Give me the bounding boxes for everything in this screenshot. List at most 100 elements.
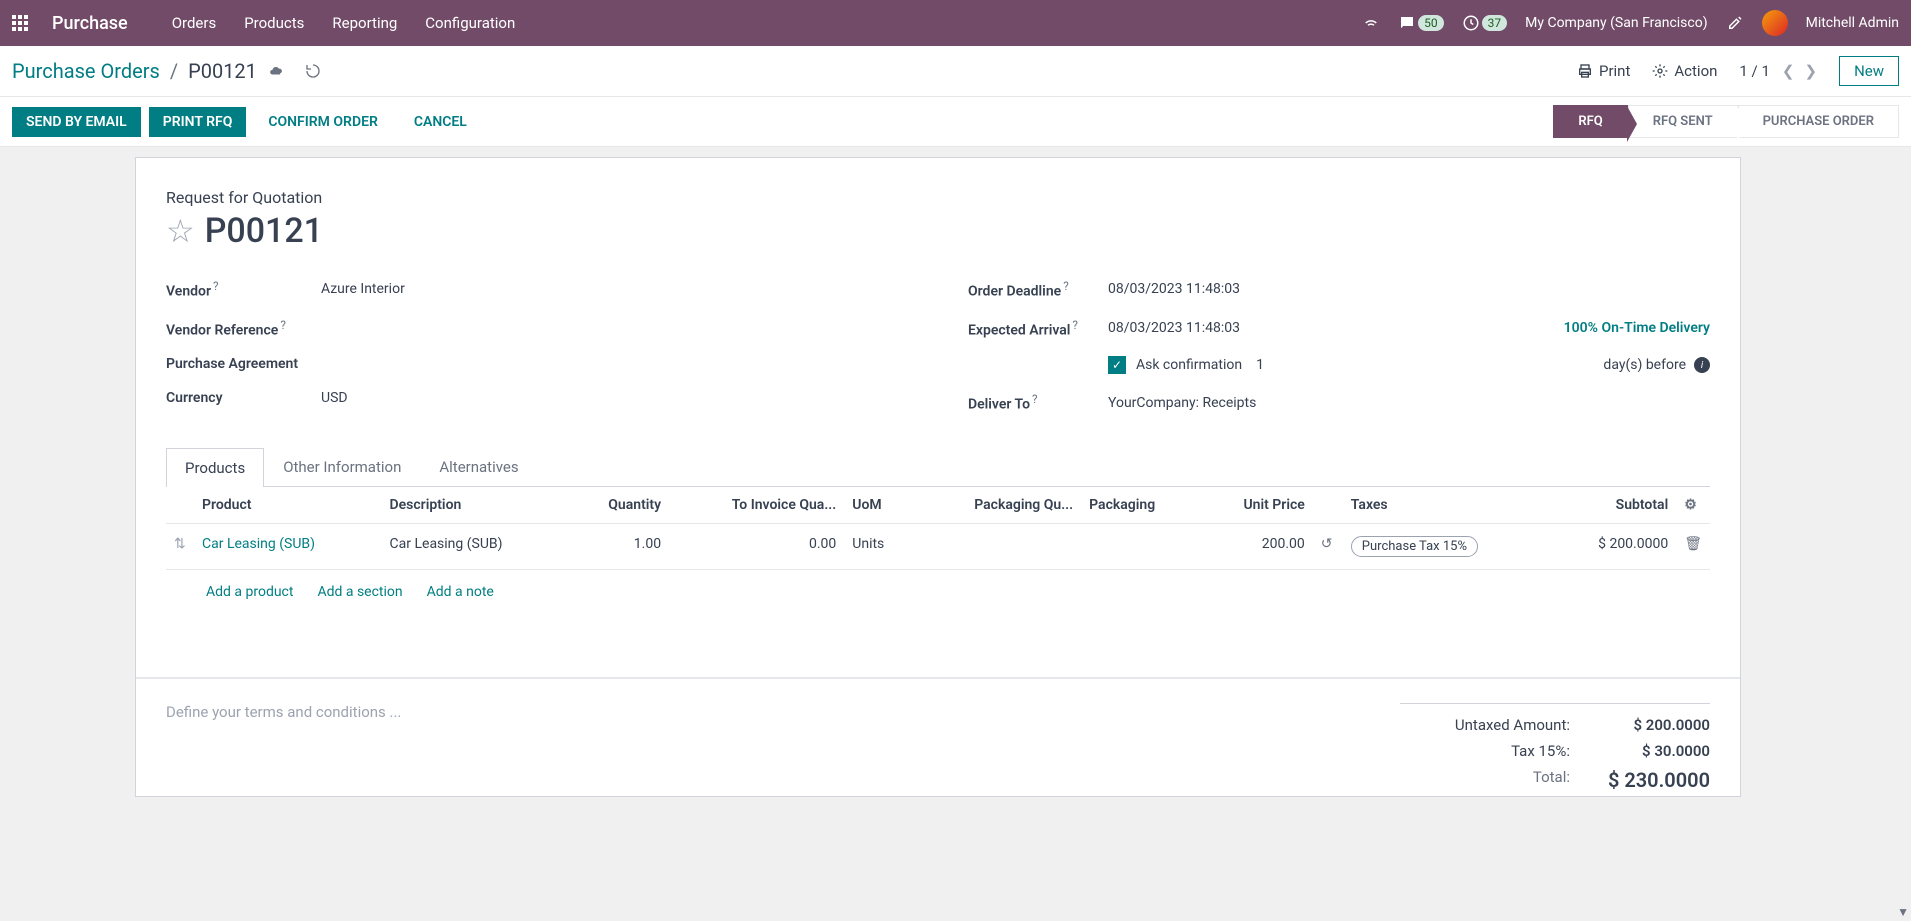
nav-configuration[interactable]: Configuration [425, 14, 515, 32]
wifi-icon[interactable] [1362, 14, 1380, 32]
breadcrumb: Purchase Orders / P00121 [12, 59, 321, 83]
step-rfq-sent[interactable]: RFQ SENT [1628, 105, 1738, 138]
pager-text: 1 / 1 [1739, 62, 1770, 80]
print-label: Print [1599, 62, 1630, 80]
col-quantity[interactable]: Quantity [569, 487, 669, 524]
favorite-star-icon[interactable]: ☆ [166, 212, 195, 250]
add-links: Add a product Add a section Add a note [166, 570, 1710, 618]
delete-row-icon[interactable]: 🗑 [1676, 523, 1710, 569]
apps-icon[interactable] [12, 15, 28, 31]
print-button[interactable]: Print [1577, 62, 1630, 80]
tax-value: $ 30.0000 [1600, 742, 1710, 760]
col-to-invoice[interactable]: To Invoice Qua... [669, 487, 844, 524]
nav-reporting[interactable]: Reporting [332, 14, 397, 32]
line-tax-chip[interactable]: Purchase Tax 15% [1351, 536, 1478, 557]
nav-products[interactable]: Products [244, 14, 304, 32]
line-packaging[interactable] [1081, 523, 1200, 569]
drag-handle-icon[interactable]: ⇅ [166, 523, 194, 569]
tab-products[interactable]: Products [166, 448, 264, 487]
status-bar: SEND BY EMAIL PRINT RFQ CONFIRM ORDER CA… [0, 97, 1911, 147]
line-to-invoice[interactable]: 0.00 [669, 523, 844, 569]
print-icon [1577, 63, 1593, 79]
table-row[interactable]: ⇅ Car Leasing (SUB) Car Leasing (SUB) 1.… [166, 523, 1710, 569]
ask-confirmation-checkbox[interactable]: ✓ [1108, 356, 1126, 374]
messages-icon[interactable]: 50 [1398, 14, 1444, 32]
col-uom[interactable]: UoM [844, 487, 914, 524]
avatar[interactable] [1762, 10, 1788, 36]
ask-confirmation-days[interactable]: 1 [1256, 357, 1264, 373]
untaxed-value: $ 200.0000 [1600, 716, 1710, 734]
untaxed-label: Untaxed Amount: [1400, 716, 1570, 734]
send-by-email-button[interactable]: SEND BY EMAIL [12, 107, 141, 137]
form-sheet: Request for Quotation ☆ P00121 Vendor? A… [135, 157, 1741, 797]
arrival-label: Expected Arrival? [968, 318, 1108, 339]
ask-confirmation-label: Ask confirmation [1136, 357, 1242, 373]
add-note-link[interactable]: Add a note [427, 584, 494, 600]
save-cloud-icon[interactable] [267, 64, 285, 78]
col-product[interactable]: Product [194, 487, 382, 524]
line-description[interactable]: Car Leasing (SUB) [382, 523, 570, 569]
col-subtotal[interactable]: Subtotal [1551, 487, 1676, 524]
tools-icon[interactable] [1726, 14, 1744, 32]
arrival-value[interactable]: 08/03/2023 11:48:03 [1108, 320, 1564, 336]
pager-prev-icon[interactable]: ❮ [1782, 62, 1795, 80]
confirm-order-button[interactable]: CONFIRM ORDER [254, 107, 392, 137]
vendor-value[interactable]: Azure Interior [321, 281, 908, 297]
app-brand[interactable]: Purchase [52, 13, 128, 34]
cancel-button[interactable]: CANCEL [400, 107, 481, 137]
currency-label: Currency [166, 390, 321, 406]
doc-title: P00121 [205, 211, 323, 251]
col-taxes[interactable]: Taxes [1343, 487, 1551, 524]
action-label: Action [1674, 62, 1717, 80]
line-uom[interactable]: Units [844, 523, 914, 569]
topbar: Purchase Orders Products Reporting Confi… [0, 0, 1911, 46]
history-icon[interactable]: ↺ [1321, 536, 1333, 552]
breadcrumb-root[interactable]: Purchase Orders [12, 59, 160, 83]
col-pkg-qty[interactable]: Packaging Qu... [914, 487, 1081, 524]
breadcrumb-separator: / [170, 59, 178, 83]
col-unit-price[interactable]: Unit Price [1200, 487, 1312, 524]
company-switcher[interactable]: My Company (San Francisco) [1525, 15, 1707, 31]
terms-input[interactable]: Define your terms and conditions ... [166, 703, 1400, 796]
action-button[interactable]: Action [1652, 62, 1717, 80]
activities-icon[interactable]: 37 [1462, 14, 1508, 32]
step-purchase-order[interactable]: PURCHASE ORDER [1738, 105, 1899, 138]
currency-value[interactable]: USD [321, 390, 908, 406]
nav-orders[interactable]: Orders [172, 14, 217, 32]
days-before-label: day(s) before [1603, 357, 1686, 373]
on-time-delivery[interactable]: 100% On-Time Delivery [1564, 320, 1710, 336]
print-rfq-button[interactable]: PRINT RFQ [149, 107, 247, 137]
step-rfq[interactable]: RFQ [1553, 105, 1627, 138]
status-steps: RFQ RFQ SENT PURCHASE ORDER [1553, 105, 1899, 138]
deadline-value[interactable]: 08/03/2023 11:48:03 [1108, 281, 1710, 297]
scroll-down-icon[interactable]: ▼ [1897, 905, 1909, 919]
vendor-label: Vendor? [166, 279, 321, 300]
agreement-label: Purchase Agreement [166, 356, 321, 372]
add-section-link[interactable]: Add a section [317, 584, 402, 600]
line-quantity[interactable]: 1.00 [569, 523, 669, 569]
col-packaging[interactable]: Packaging [1081, 487, 1200, 524]
tax-label: Tax 15%: [1400, 742, 1570, 760]
discard-icon[interactable] [305, 63, 321, 79]
col-description[interactable]: Description [382, 487, 570, 524]
totals: Untaxed Amount: $ 200.0000 Tax 15%: $ 30… [1400, 703, 1710, 796]
add-product-link[interactable]: Add a product [206, 584, 293, 600]
new-button[interactable]: New [1839, 56, 1899, 86]
line-product[interactable]: Car Leasing (SUB) [194, 523, 382, 569]
pager-next-icon[interactable]: ❯ [1804, 62, 1817, 80]
deliver-to-label: Deliver To? [968, 392, 1108, 413]
top-nav: Orders Products Reporting Configuration [172, 14, 516, 32]
info-icon[interactable]: i [1694, 357, 1710, 373]
user-name[interactable]: Mitchell Admin [1806, 15, 1899, 31]
deliver-to-value[interactable]: YourCompany: Receipts [1108, 395, 1710, 411]
line-unit-price[interactable]: 200.00 [1200, 523, 1312, 569]
line-pkg-qty[interactable] [914, 523, 1081, 569]
tab-other-information[interactable]: Other Information [264, 447, 420, 486]
columns-config-icon[interactable]: ⚙ [1684, 497, 1697, 513]
total-label: Total: [1400, 768, 1570, 792]
gear-icon [1652, 63, 1668, 79]
line-subtotal: $ 200.0000 [1551, 523, 1676, 569]
tab-alternatives[interactable]: Alternatives [420, 447, 537, 486]
vendor-ref-label: Vendor Reference? [166, 318, 321, 339]
order-lines-table: Product Description Quantity To Invoice … [166, 487, 1710, 570]
